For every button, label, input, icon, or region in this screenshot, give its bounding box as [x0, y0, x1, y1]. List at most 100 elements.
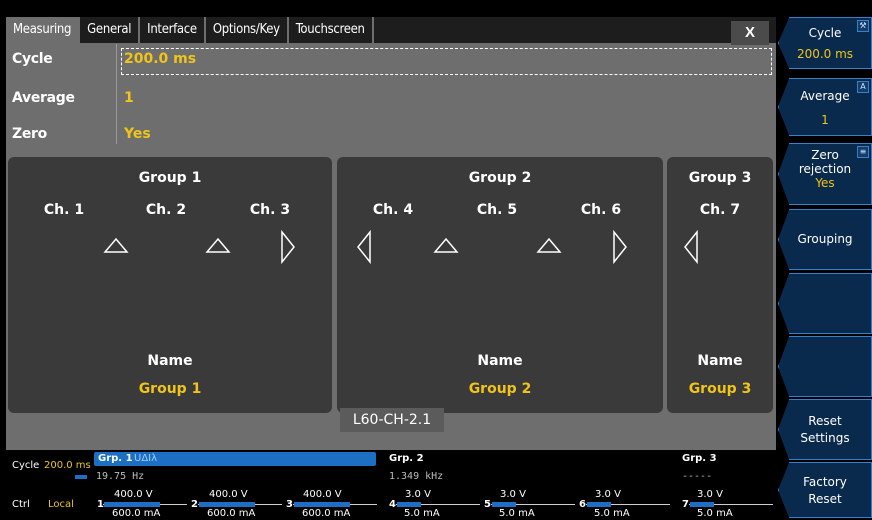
status-group-mode: UΔIλ — [134, 453, 158, 464]
tab-touchscreen[interactable]: Touchscreen — [288, 17, 372, 43]
softkey-value: 200.0 ms — [796, 47, 854, 61]
status-group-value: 19.75 Hz — [96, 471, 145, 482]
channel-meter-bar — [492, 502, 516, 507]
channel-current-range: 5.0 mA — [404, 508, 440, 519]
group-panel-3[interactable] — [667, 157, 773, 413]
group-name-value[interactable]: Group 1 — [8, 381, 332, 397]
status-group-name: Grp. 3 — [682, 453, 717, 464]
status-bar: Cycle 200.0 ms Ctrl Local Grp. 1 UΔIλ 19… — [0, 452, 776, 520]
softkey-factory-reset[interactable]: Factory Reset — [778, 462, 872, 518]
status-ctrl-label: Ctrl — [12, 499, 30, 510]
softkey-label: Grouping — [797, 232, 853, 246]
channel-number: 4 — [389, 499, 396, 510]
channel-number: 6 — [579, 499, 586, 510]
group-title: Group 2 — [468, 170, 532, 186]
device-label: L60-CH-2.1 — [340, 408, 444, 432]
softkey-column: Cycle 200.0 ms ⚒ Average 1 A Zero reject… — [778, 17, 872, 520]
softkey-label: Reset — [808, 414, 842, 428]
channel-number: 5 — [484, 499, 491, 510]
move-right-arrow-icon[interactable] — [279, 230, 297, 264]
param-label: Zero rejection — [12, 126, 80, 175]
move-up-arrow-icon[interactable] — [103, 237, 129, 255]
group-name-label: Name — [147, 353, 193, 369]
tab-bar-fill — [373, 17, 776, 43]
softkey-average[interactable]: Average 1 A — [778, 78, 872, 136]
status-cycle-value: 200.0 ms — [44, 460, 91, 471]
label-divider — [116, 44, 117, 144]
move-left-arrow-icon[interactable] — [355, 230, 373, 264]
channel-label: Ch. 5 — [476, 202, 518, 218]
channel-voltage-range: 3.0 V — [405, 489, 431, 500]
channel-voltage-range: 400.0 V — [114, 489, 153, 500]
channel-number: 3 — [286, 499, 293, 510]
group-name-value[interactable]: Group 2 — [337, 381, 663, 397]
param-row-average[interactable]: Average 1 — [6, 82, 776, 115]
group-name-label: Name — [697, 353, 743, 369]
focus-outline — [121, 48, 772, 75]
channel-label: Ch. 4 — [372, 202, 414, 218]
status-ctrl-value: Local — [48, 499, 74, 510]
softkey-zero-rejection[interactable]: Zero rejection Yes ≡ — [778, 143, 872, 205]
tab-measuring[interactable]: Measuring — [6, 17, 79, 43]
channel-meter-bar — [104, 502, 160, 507]
channel-meter-bar — [690, 502, 714, 507]
group-title: Group 1 — [138, 170, 202, 186]
softkey-empty-2[interactable] — [778, 336, 872, 397]
channel-current-range: 5.0 mA — [594, 508, 630, 519]
channel-label: Ch. 2 — [145, 202, 187, 218]
channel-label: Ch. 3 — [249, 202, 291, 218]
param-row-zero-rejection[interactable]: Zero rejection Yes — [6, 118, 776, 175]
channel-meter-bar — [294, 502, 350, 507]
softkey-grouping[interactable]: Grouping — [778, 209, 872, 270]
param-value[interactable]: Yes — [124, 118, 151, 151]
close-button[interactable]: X — [731, 21, 769, 45]
softkey-value: 1 — [821, 113, 829, 127]
softkey-label: Settings — [800, 431, 850, 445]
channel-voltage-range: 3.0 V — [500, 489, 526, 500]
move-right-arrow-icon[interactable] — [611, 230, 629, 264]
channel-voltage-range: 400.0 V — [209, 489, 248, 500]
move-up-arrow-icon[interactable] — [433, 237, 459, 255]
tab-general[interactable]: General — [80, 17, 139, 43]
move-up-arrow-icon[interactable] — [205, 237, 231, 255]
wrench-icon: ⚒ — [857, 20, 869, 32]
param-value[interactable]: 1 — [124, 82, 134, 115]
softkey-empty-1[interactable] — [778, 273, 872, 334]
channel-number: 7 — [682, 499, 689, 510]
tab-options-key[interactable]: Options/Key — [205, 17, 287, 43]
channel-voltage-range: 3.0 V — [697, 489, 723, 500]
group-panel-1[interactable] — [8, 157, 332, 413]
channel-voltage-range: 3.0 V — [595, 489, 621, 500]
softkey-cycle[interactable]: Cycle 200.0 ms ⚒ — [778, 17, 872, 69]
channel-current-range: 5.0 mA — [499, 508, 535, 519]
softkey-reset-settings[interactable]: Reset Settings — [778, 399, 872, 460]
channel-meter-bar — [397, 502, 421, 507]
channel-voltage-range: 400.0 V — [303, 489, 342, 500]
channel-current-range: 600.0 mA — [207, 508, 256, 519]
tab-bar: Measuring General Interface Options/Key … — [6, 17, 776, 43]
channel-current-range: 600.0 mA — [112, 508, 161, 519]
softkey-value: Yes — [815, 176, 835, 190]
softkey-label: Factory — [803, 475, 847, 489]
softkey-label: Reset — [808, 492, 842, 506]
group-name-value[interactable]: Group 3 — [667, 381, 773, 397]
move-left-arrow-icon[interactable] — [682, 230, 700, 264]
softkey-label: rejection — [798, 162, 852, 176]
move-up-arrow-icon[interactable] — [536, 237, 562, 255]
text-size-icon: A — [857, 81, 869, 93]
channel-number: 2 — [191, 499, 198, 510]
group-panel-2[interactable] — [337, 157, 663, 413]
status-group-value: 1.349 kHz — [389, 471, 444, 482]
channel-meter-bar — [587, 502, 611, 507]
channel-label: Ch. 1 — [43, 202, 85, 218]
channel-current-range: 600.0 mA — [302, 508, 351, 519]
status-group-name: Grp. 1 — [98, 453, 133, 464]
settings-panel: Measuring General Interface Options/Key … — [6, 17, 776, 450]
cycle-progress-bar — [75, 475, 87, 479]
status-group-name: Grp. 2 — [389, 453, 424, 464]
status-group-value: ----- — [682, 471, 713, 482]
param-label: Average — [12, 90, 75, 106]
instrument-screen: Measuring General Interface Options/Key … — [0, 0, 872, 520]
channel-label: Ch. 7 — [699, 202, 741, 218]
tab-interface[interactable]: Interface — [140, 17, 204, 43]
